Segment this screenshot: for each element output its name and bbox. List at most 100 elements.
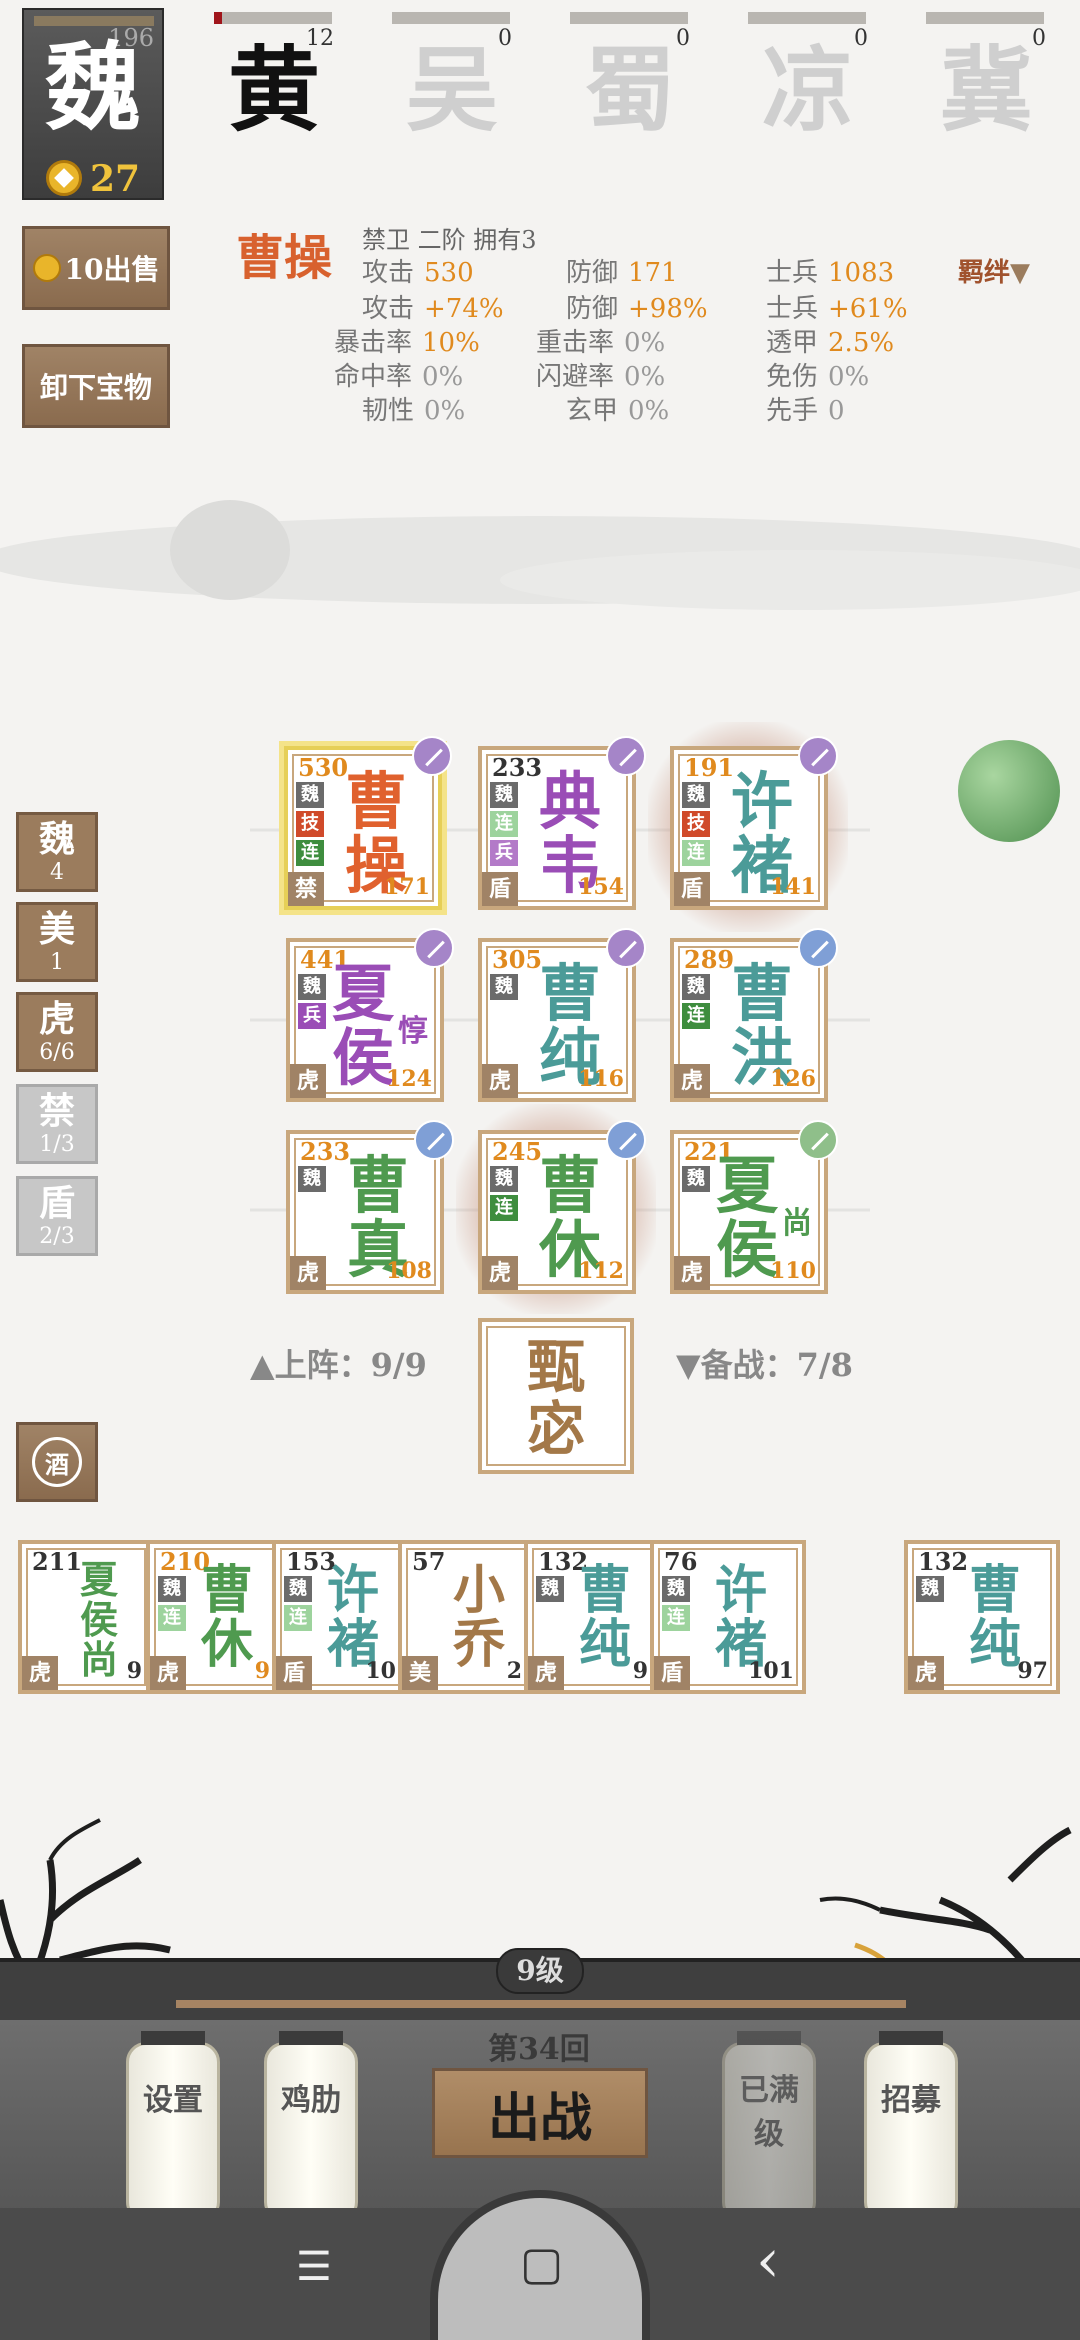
bench-card[interactable]: 210 魏连 曹休 虎 9 <box>146 1540 282 1694</box>
weapon-badge-icon <box>798 1120 838 1160</box>
stat-row: 免伤 0% <box>766 362 870 392</box>
card-tags: 魏连 <box>158 1576 186 1634</box>
stat-row: 暴击率 10% <box>334 328 480 358</box>
faction-tab-ji[interactable]: 0 冀 <box>926 8 1046 148</box>
card-defense: 9 <box>632 1658 648 1684</box>
formation-card-caochun[interactable]: 305 魏 曹纯 虎 116 <box>478 928 646 1102</box>
fight-button[interactable]: 出战 <box>432 2068 648 2158</box>
card-tags: 魏 技 连 <box>296 782 324 869</box>
wine-button[interactable]: 酒 <box>16 1422 98 1502</box>
gold-amount: 27 <box>90 158 141 200</box>
card-defense: 97 <box>1017 1658 1048 1684</box>
card-name: 曹休 <box>200 1560 253 1675</box>
card-type: 盾 <box>674 872 710 906</box>
card-defense: 112 <box>578 1258 624 1284</box>
card-name: 小乔 <box>452 1560 505 1675</box>
formation-card-caoxiu[interactable]: 245 魏 连 曹休 虎 112 <box>478 1120 646 1294</box>
card-type: 虎 <box>150 1656 186 1690</box>
formation-card-xuchu[interactable]: 191 魏 技 连 许褚 盾 141 <box>670 736 838 910</box>
deployed-count: ▲上阵：9/9 <box>250 1346 427 1384</box>
faction-tab-huang[interactable]: 12 黄 <box>214 8 334 148</box>
fight-label: 出战 <box>487 2087 592 2149</box>
card-name: 曹纯 <box>578 1560 631 1675</box>
formation-card-xiahoushang[interactable]: 221 魏 夏侯 尚 虎 110 <box>670 1120 838 1294</box>
card-type: 虎 <box>528 1656 564 1690</box>
faction-tab-liang[interactable]: 0 凉 <box>748 8 868 148</box>
faction-glyph: 吴 <box>405 36 498 144</box>
faction-glyph: 黄 <box>227 36 320 144</box>
card-type: 虎 <box>290 1064 326 1098</box>
formation-card-caozhen[interactable]: 233 魏 曹真 虎 108 <box>286 1120 454 1294</box>
card-type: 虎 <box>22 1656 58 1690</box>
stat-row: 士兵 +61% <box>766 294 908 324</box>
card-defense: 124 <box>386 1066 432 1092</box>
recruit-lantern-button[interactable]: 招募 <box>864 2031 958 2233</box>
jile-lantern-button[interactable]: 鸡肋 <box>264 2031 358 2233</box>
card-tags: 魏连 <box>662 1576 690 1634</box>
faction-tab-shu[interactable]: 0 蜀 <box>570 8 690 148</box>
card-type: 盾 <box>482 872 518 906</box>
bench-card[interactable]: 211 夏侯尚 虎 9 <box>18 1540 154 1694</box>
unequip-treasure-button[interactable]: 卸下宝物 <box>22 344 170 428</box>
tally-jin[interactable]: 禁 1/3 <box>16 1084 98 1164</box>
card-tags: 魏 <box>536 1576 564 1605</box>
formation-card-dianwei[interactable]: 233 魏 连 兵 典韦 盾 154 <box>478 736 646 910</box>
faction-progress-track <box>748 12 866 24</box>
weapon-badge-icon <box>414 1120 454 1160</box>
card-name-small: 尚 <box>782 1206 812 1241</box>
lantern-label: 设置 <box>143 2083 203 2118</box>
lantern-cap <box>737 2031 801 2045</box>
weapon-badge-icon <box>798 928 838 968</box>
card-defense: 154 <box>578 874 624 900</box>
tally-wei[interactable]: 魏4 <box>16 812 98 892</box>
sell-button[interactable]: 10出售 <box>22 226 170 310</box>
formation-card-xiahoudun[interactable]: 441 魏 兵 夏侯 惇 虎 124 <box>286 928 454 1102</box>
formation-card-caocao[interactable]: 530 魏 技 连 曹操 禁 171 <box>284 736 452 910</box>
card-tags: 魏 技 连 <box>682 782 710 869</box>
card-tags: 魏 <box>682 1166 710 1195</box>
bench-card[interactable]: 132 魏 曹纯 虎 97 <box>904 1540 1060 1694</box>
weapon-badge-icon <box>798 736 838 776</box>
chief-card-zhenmi[interactable]: 甄宓 <box>478 1318 634 1474</box>
bond-button[interactable]: 羁绊▼ <box>958 252 1030 289</box>
stat-row: 先手 0 <box>766 396 845 426</box>
coin-icon <box>32 254 61 282</box>
card-defense: 9 <box>126 1658 142 1684</box>
tally-mei[interactable]: 美1 <box>16 902 98 982</box>
card-tags: 魏连 <box>284 1576 312 1634</box>
back-icon[interactable]: ‹ <box>756 2226 780 2296</box>
maxed-lantern-button[interactable]: 已满级 <box>722 2031 816 2233</box>
tally-hu[interactable]: 虎 6/6 <box>16 992 98 1072</box>
hero-info: 禁卫 二阶 拥有3 <box>362 226 537 254</box>
bench-card[interactable]: 153 魏连 许褚 盾 10 <box>272 1540 408 1694</box>
faction-tab-wu[interactable]: 0 吴 <box>392 8 512 148</box>
lantern-cap <box>279 2031 343 2045</box>
home-icon[interactable]: ▢ <box>520 2236 563 2290</box>
menu-icon[interactable]: ☰ <box>296 2244 332 2290</box>
weapon-badge-icon <box>606 1120 646 1160</box>
card-defense: 108 <box>386 1258 432 1284</box>
stat-row: 玄甲 0% <box>566 396 670 426</box>
card-tags: 魏 连 <box>682 974 710 1032</box>
stat-row: 防御 171 <box>566 258 678 288</box>
card-type: 虎 <box>290 1256 326 1290</box>
stat-row: 攻击 +74% <box>362 294 504 324</box>
bench-card[interactable]: 132 魏 曹纯 虎 9 <box>524 1540 660 1694</box>
treasure-orb-icon[interactable] <box>958 740 1060 842</box>
card-tags: 魏 连 <box>490 1166 518 1224</box>
tally-dun[interactable]: 盾 2/3 <box>16 1176 98 1256</box>
faction-wei-card[interactable]: 196 魏 27 <box>22 8 164 200</box>
faction-progress-track <box>214 12 332 24</box>
sell-label: 10出售 <box>64 253 160 286</box>
settings-lantern-button[interactable]: 设置 <box>126 2031 220 2233</box>
bench-card[interactable]: 76 魏连 许褚 盾 101 <box>650 1540 806 1694</box>
unequip-label: 卸下宝物 <box>39 371 152 404</box>
faction-progress-track <box>926 12 1044 24</box>
bench-card[interactable]: 57 小乔 美 2 <box>398 1540 534 1694</box>
faction-progress-fill <box>214 12 222 24</box>
faction-glyph: 蜀 <box>583 36 676 144</box>
lantern-cap <box>879 2031 943 2045</box>
card-defense: 101 <box>748 1658 794 1684</box>
formation-card-caohong[interactable]: 289 魏 连 曹洪 虎 126 <box>670 928 838 1102</box>
level-badge: 9级 <box>496 1948 584 1994</box>
